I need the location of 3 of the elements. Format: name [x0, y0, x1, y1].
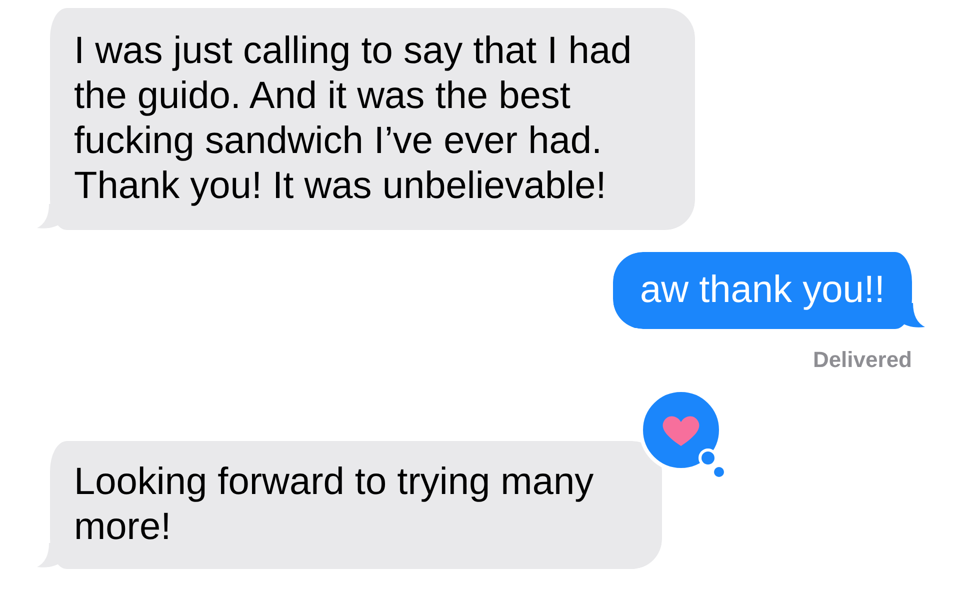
message-bubble: aw thank you!! [612, 252, 925, 329]
message-bubble: I was just calling to say that I had the guido. And it was the best fucking sandwich I’ve ever had. Thank you! It was unbelievable! [37, 8, 695, 230]
delivery-status: Delivered [812, 347, 912, 373]
